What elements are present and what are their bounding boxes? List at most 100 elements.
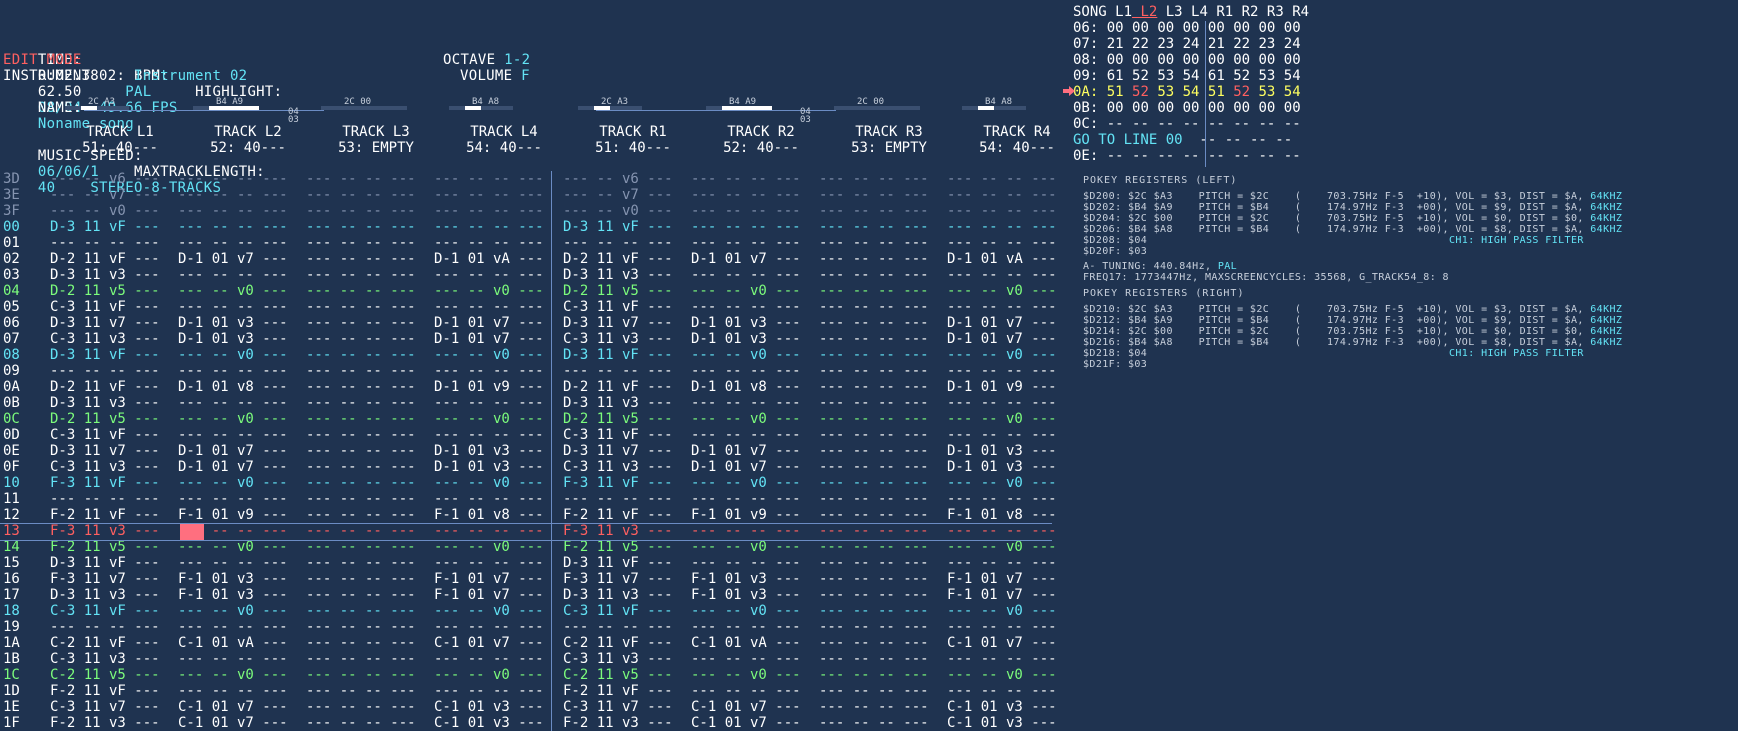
pattern-cell[interactable]: --- -- -- ---	[306, 523, 416, 539]
pattern-cell[interactable]: D-3 11 v3 ---	[50, 267, 160, 283]
pattern-cell[interactable]: --- -- -- ---	[306, 283, 416, 299]
pattern-cell[interactable]: --- -- -- ---	[50, 235, 160, 251]
pattern-cell[interactable]: F-1 01 v3 ---	[691, 571, 801, 587]
pattern-cell[interactable]: --- -- -- ---	[819, 507, 929, 523]
pattern-cell[interactable]: --- -- -- ---	[819, 187, 929, 203]
pattern-cell[interactable]: C-1 01 v3 ---	[947, 715, 1057, 731]
pattern-cell[interactable]: --- -- -- ---	[947, 651, 1057, 667]
pattern-cell[interactable]: F-1 01 v9 ---	[178, 507, 288, 523]
pattern-cell[interactable]: --- -- -- ---	[691, 651, 801, 667]
pattern-cell[interactable]: D-3 11 v7 ---	[563, 443, 673, 459]
song-cell[interactable]: 00	[1199, 52, 1225, 68]
pattern-cell[interactable]: --- -- v7 ---	[563, 187, 673, 203]
pattern-cell[interactable]: --- -- -- ---	[434, 363, 544, 379]
pattern-cell[interactable]: D-1 01 v7 ---	[178, 251, 288, 267]
pattern-cell[interactable]: --- -- -- ---	[947, 683, 1057, 699]
song-cell[interactable]: 00	[1124, 20, 1149, 36]
pattern-cell[interactable]: --- -- -- ---	[819, 219, 929, 235]
pattern-cell[interactable]: --- -- -- ---	[947, 555, 1057, 571]
song-column-header[interactable]: L4	[1183, 4, 1208, 20]
song-cell[interactable]: 00	[1199, 20, 1225, 36]
pattern-cell[interactable]: F-2 11 vF ---	[50, 507, 160, 523]
song-cell[interactable]: 24	[1275, 36, 1301, 52]
pattern-cell[interactable]: D-1 01 v3 ---	[947, 459, 1057, 475]
track-header[interactable]: TRACK L1 51: 40---	[65, 124, 175, 156]
pattern-cell[interactable]: --- -- -- ---	[819, 475, 929, 491]
pattern-cell[interactable]: F-1 01 v3 ---	[178, 571, 288, 587]
pattern-cell[interactable]: --- -- -- ---	[819, 299, 929, 315]
song-cell[interactable]: 53	[1250, 84, 1276, 100]
song-cell[interactable]: --	[1124, 116, 1149, 132]
pattern-cell[interactable]: C-3 11 vF ---	[563, 603, 673, 619]
pattern-cell[interactable]: --- -- -- ---	[691, 363, 801, 379]
track-header[interactable]: TRACK R2 52: 40---	[706, 124, 816, 156]
pattern-cell[interactable]: --- -- -- ---	[563, 491, 673, 507]
pattern-cell[interactable]: D-3 11 v3 ---	[563, 267, 673, 283]
pattern-cell[interactable]: C-3 11 v3 ---	[563, 459, 673, 475]
pattern-cell[interactable]: --- -- v0 ---	[434, 347, 544, 363]
pattern-cell[interactable]: --- -- -- ---	[819, 635, 929, 651]
song-cell[interactable]: 00	[1250, 100, 1276, 116]
pattern-cell[interactable]: --- -- -- ---	[947, 219, 1057, 235]
pattern-cell[interactable]: --- -- -- ---	[178, 651, 288, 667]
song-cell[interactable]: 52	[1124, 68, 1149, 84]
pattern-cell[interactable]: --- -- v0 ---	[434, 539, 544, 555]
pattern-cell[interactable]: --- -- -- ---	[306, 411, 416, 427]
pattern-cell[interactable]: --- -- -- ---	[178, 235, 288, 251]
pattern-cell[interactable]: --- -- -- ---	[306, 715, 416, 731]
pattern-cell[interactable]: --- -- -- ---	[306, 379, 416, 395]
pattern-cell[interactable]: F-3 11 v7 ---	[50, 571, 160, 587]
pattern-cell[interactable]: F-2 11 v3 ---	[563, 715, 673, 731]
pattern-cell[interactable]: --- -- -- ---	[434, 491, 544, 507]
song-cell[interactable]: 61	[1199, 68, 1225, 84]
pattern-cell[interactable]: --- -- -- ---	[947, 299, 1057, 315]
pattern-cell[interactable]: --- -- -- ---	[819, 651, 929, 667]
pattern-cell[interactable]: --- -- -- ---	[691, 395, 801, 411]
pattern-cell[interactable]: D-3 11 vF ---	[50, 555, 160, 571]
track-header[interactable]: TRACK R1 51: 40---	[578, 124, 688, 156]
pattern-cell[interactable]: --- -- -- ---	[691, 203, 801, 219]
pattern-cell[interactable]: D-3 11 v3 ---	[50, 395, 160, 411]
pattern-cell[interactable]: --- -- -- ---	[434, 219, 544, 235]
pattern-cell[interactable]: D-1 01 v9 ---	[434, 379, 544, 395]
pattern-cell[interactable]: --- -- -- ---	[434, 267, 544, 283]
song-cell[interactable]: --	[1098, 148, 1124, 164]
track-header[interactable]: TRACK L3 53: EMPTY	[321, 124, 431, 156]
pattern-cell[interactable]: --- -- -- ---	[306, 315, 416, 331]
octave-value[interactable]: 1-2	[504, 52, 530, 68]
pattern-cell[interactable]: --- -- -- ---	[306, 699, 416, 715]
song-cell[interactable]: 00	[1199, 100, 1225, 116]
song-cell[interactable]: 00	[1225, 52, 1250, 68]
pattern-cell[interactable]: D-1 01 v8 ---	[691, 379, 801, 395]
song-cell[interactable]: 52	[1225, 68, 1250, 84]
pattern-cell[interactable]: --- -- -- ---	[819, 395, 929, 411]
pattern-cell[interactable]: --- -- -- ---	[434, 555, 544, 571]
song-cell[interactable]: --	[1225, 116, 1250, 132]
track-header[interactable]: TRACK L4 54: 40---	[449, 124, 559, 156]
goto-line-value[interactable]: 00	[1166, 132, 1183, 148]
pattern-cell[interactable]: --- -- -- ---	[691, 299, 801, 315]
song-cell[interactable]: 00	[1124, 52, 1149, 68]
pattern-cell[interactable]: --- -- -- ---	[306, 459, 416, 475]
pattern-cell[interactable]: --- -- -- ---	[819, 267, 929, 283]
pattern-cell[interactable]: --- -- v0 ---	[691, 667, 801, 683]
song-cell[interactable]: --	[1250, 116, 1276, 132]
pattern-cell[interactable]: --- -- v0 ---	[178, 667, 288, 683]
pattern-cell[interactable]: F-2 11 vF ---	[563, 507, 673, 523]
song-cell[interactable]: 00	[1124, 100, 1149, 116]
song-column-header[interactable]: L2	[1132, 4, 1157, 20]
song-cell[interactable]: 21	[1199, 36, 1225, 52]
song-cell[interactable]: 00	[1149, 100, 1174, 116]
pattern-cell[interactable]: D-3 11 vF ---	[50, 347, 160, 363]
pattern-cell[interactable]: --- -- v0 ---	[691, 283, 801, 299]
pattern-cell[interactable]: --- -- -- ---	[819, 459, 929, 475]
pattern-cell[interactable]: --- -- -- ---	[306, 331, 416, 347]
pattern-cell[interactable]: D-1 01 v3 ---	[691, 331, 801, 347]
song-cell[interactable]: --	[1174, 148, 1200, 164]
pattern-cell[interactable]: --- -- -- ---	[178, 619, 288, 635]
pattern-cell[interactable]: --- -- -- ---	[819, 555, 929, 571]
pattern-cell[interactable]: --- -- -- ---	[947, 395, 1057, 411]
pattern-cell[interactable]: --- -- -- ---	[306, 667, 416, 683]
pattern-cell[interactable]: --- -- -- ---	[306, 683, 416, 699]
pattern-cell[interactable]: C-3 11 v3 ---	[50, 651, 160, 667]
